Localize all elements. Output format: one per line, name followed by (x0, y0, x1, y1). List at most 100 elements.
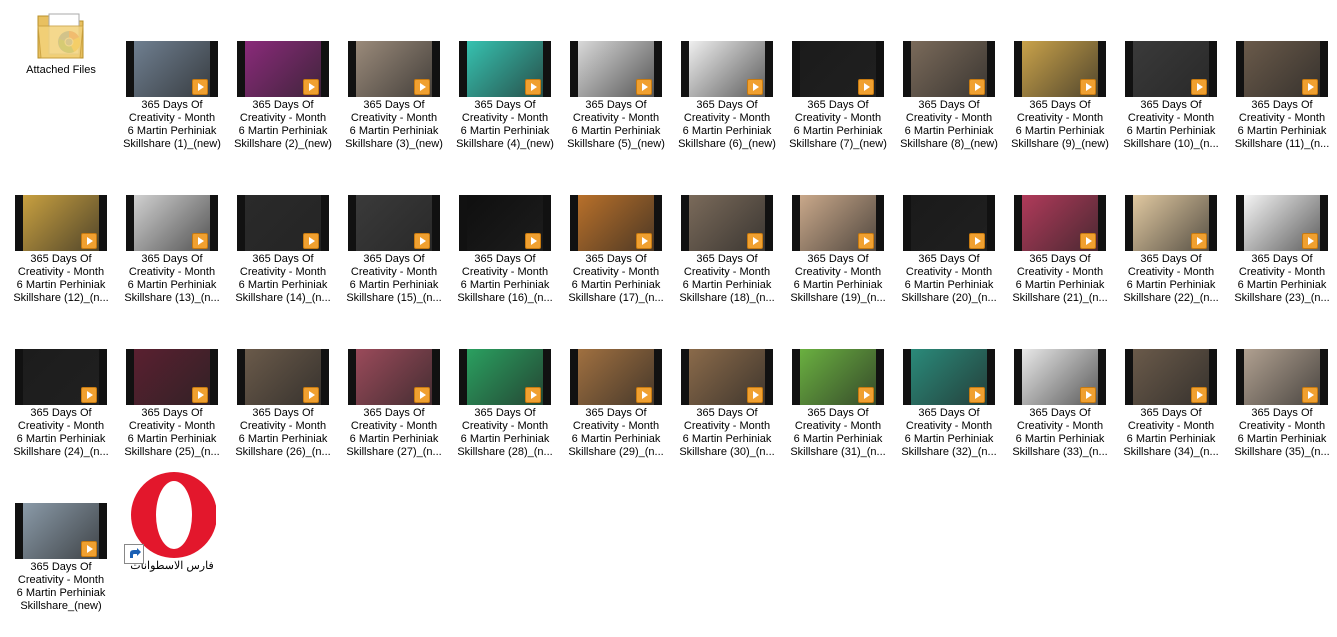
video-file-item[interactable]: 365 Days Of Creativity - Month 6 Martin … (8, 503, 114, 613)
video-file-item[interactable]: 365 Days Of Creativity - Month 6 Martin … (896, 349, 1002, 459)
video-thumbnail (15, 503, 107, 559)
video-file-item[interactable]: 365 Days Of Creativity - Month 6 Martin … (896, 41, 1002, 151)
video-thumbnail (237, 195, 329, 251)
play-icon (969, 387, 985, 403)
video-file-item[interactable]: 365 Days Of Creativity - Month 6 Martin … (452, 41, 558, 151)
video-thumbnail (126, 41, 218, 97)
video-file-item[interactable]: 365 Days Of Creativity - Month 6 Martin … (1118, 349, 1224, 459)
play-icon (192, 387, 208, 403)
video-file-item[interactable]: 365 Days Of Creativity - Month 6 Martin … (341, 195, 447, 305)
video-file-item[interactable]: 365 Days Of Creativity - Month 6 Martin … (452, 349, 558, 459)
video-file-label: 365 Days Of Creativity - Month 6 Martin … (567, 99, 665, 150)
play-icon (1080, 79, 1096, 95)
play-icon (414, 79, 430, 95)
play-icon (1191, 387, 1207, 403)
video-file-item[interactable]: 365 Days Of Creativity - Month 6 Martin … (563, 195, 669, 305)
video-file-label: 365 Days Of Creativity - Month 6 Martin … (678, 99, 776, 150)
video-file-item[interactable]: 365 Days Of Creativity - Month 6 Martin … (674, 195, 780, 305)
video-file-item[interactable]: 365 Days Of Creativity - Month 6 Martin … (8, 349, 114, 459)
video-file-item[interactable]: 365 Days Of Creativity - Month 6 Martin … (785, 195, 891, 305)
video-file-label: 365 Days Of Creativity - Month 6 Martin … (124, 253, 220, 304)
video-file-item[interactable]: 365 Days Of Creativity - Month 6 Martin … (1229, 195, 1335, 305)
video-file-item[interactable]: 365 Days Of Creativity - Month 6 Martin … (1007, 349, 1113, 459)
video-file-label: 365 Days Of Creativity - Month 6 Martin … (235, 253, 331, 304)
video-file-item[interactable]: 365 Days Of Creativity - Month 6 Martin … (1118, 41, 1224, 151)
video-file-item[interactable]: 365 Days Of Creativity - Month 6 Martin … (452, 195, 558, 305)
video-file-label: 365 Days Of Creativity - Month 6 Martin … (901, 407, 997, 458)
video-file-item[interactable]: 365 Days Of Creativity - Month 6 Martin … (341, 41, 447, 151)
video-thumbnail (459, 41, 551, 97)
video-file-item[interactable]: 365 Days Of Creativity - Month 6 Martin … (230, 195, 336, 305)
video-thumbnail (348, 41, 440, 97)
video-file-label: 365 Days Of Creativity - Month 6 Martin … (13, 407, 109, 458)
video-thumbnail (1014, 349, 1106, 405)
video-file-label: 365 Days Of Creativity - Month 6 Martin … (789, 99, 887, 150)
video-thumbnail (792, 41, 884, 97)
video-file-item[interactable]: 365 Days Of Creativity - Month 6 Martin … (896, 195, 1002, 305)
play-icon (1080, 233, 1096, 249)
video-thumbnail (15, 349, 107, 405)
video-file-item[interactable]: 365 Days Of Creativity - Month 6 Martin … (341, 349, 447, 459)
video-thumbnail (348, 349, 440, 405)
video-file-item[interactable]: 365 Days Of Creativity - Month 6 Martin … (785, 41, 891, 151)
video-file-item[interactable]: 365 Days Of Creativity - Month 6 Martin … (674, 41, 780, 151)
video-file-label: 365 Days Of Creativity - Month 6 Martin … (346, 407, 442, 458)
opera-icon (124, 470, 217, 564)
video-thumbnail (681, 349, 773, 405)
video-thumbnail (237, 41, 329, 97)
video-file-item[interactable]: 365 Days Of Creativity - Month 6 Martin … (674, 349, 780, 459)
video-file-label: 365 Days Of Creativity - Month 6 Martin … (1234, 407, 1330, 458)
video-file-item[interactable]: 365 Days Of Creativity - Month 6 Martin … (1229, 349, 1335, 459)
video-file-item[interactable]: 365 Days Of Creativity - Month 6 Martin … (563, 41, 669, 151)
video-thumbnail (792, 349, 884, 405)
video-file-label: 365 Days Of Creativity - Month 6 Martin … (901, 253, 997, 304)
play-icon (969, 233, 985, 249)
play-icon (636, 79, 652, 95)
video-file-item[interactable]: 365 Days Of Creativity - Month 6 Martin … (8, 195, 114, 305)
folder-attached-files[interactable]: Attached Files (8, 6, 114, 77)
video-thumbnail (1236, 349, 1328, 405)
video-file-label: 365 Days Of Creativity - Month 6 Martin … (568, 407, 664, 458)
video-thumbnail (237, 349, 329, 405)
video-file-item[interactable]: 365 Days Of Creativity - Month 6 Martin … (1118, 195, 1224, 305)
video-file-label: 365 Days Of Creativity - Month 6 Martin … (1012, 407, 1108, 458)
video-file-item[interactable]: 365 Days Of Creativity - Month 6 Martin … (119, 41, 225, 151)
play-icon (747, 79, 763, 95)
video-file-item[interactable]: 365 Days Of Creativity - Month 6 Martin … (785, 349, 891, 459)
video-file-item[interactable]: 365 Days Of Creativity - Month 6 Martin … (1007, 195, 1113, 305)
video-thumbnail (681, 195, 773, 251)
video-file-label: 365 Days Of Creativity - Month 6 Martin … (900, 99, 998, 150)
video-file-label: 365 Days Of Creativity - Month 6 Martin … (1234, 99, 1330, 150)
video-file-item[interactable]: 365 Days Of Creativity - Month 6 Martin … (230, 41, 336, 151)
folder-icon (35, 6, 87, 62)
video-file-item[interactable]: 365 Days Of Creativity - Month 6 Martin … (230, 349, 336, 459)
video-file-label: 365 Days Of Creativity - Month 6 Martin … (679, 407, 775, 458)
folder-label: Attached Files (26, 64, 96, 76)
video-file-item[interactable]: 365 Days Of Creativity - Month 6 Martin … (119, 349, 225, 459)
play-icon (303, 387, 319, 403)
video-file-item[interactable]: 365 Days Of Creativity - Month 6 Martin … (1007, 41, 1113, 151)
video-thumbnail (792, 195, 884, 251)
play-icon (969, 79, 985, 95)
play-icon (1191, 79, 1207, 95)
play-icon (1302, 387, 1318, 403)
video-file-item[interactable]: 365 Days Of Creativity - Month 6 Martin … (1229, 41, 1335, 151)
video-thumbnail (903, 41, 995, 97)
video-file-item[interactable]: 365 Days Of Creativity - Month 6 Martin … (563, 349, 669, 459)
video-thumbnail (1125, 349, 1217, 405)
video-thumbnail (459, 349, 551, 405)
video-thumbnail (1125, 41, 1217, 97)
play-icon (858, 79, 874, 95)
shortcut-opera[interactable]: فارس الاسطوانات (119, 470, 225, 573)
video-file-label: 365 Days Of Creativity - Month 6 Martin … (457, 253, 553, 304)
video-thumbnail (903, 349, 995, 405)
play-icon (858, 387, 874, 403)
video-thumbnail (1014, 41, 1106, 97)
play-icon (303, 233, 319, 249)
video-thumbnail (1125, 195, 1217, 251)
play-icon (81, 233, 97, 249)
video-file-label: 365 Days Of Creativity - Month 6 Martin … (16, 561, 106, 612)
video-file-label: 365 Days Of Creativity - Month 6 Martin … (456, 99, 554, 150)
video-file-item[interactable]: 365 Days Of Creativity - Month 6 Martin … (119, 195, 225, 305)
video-file-label: 365 Days Of Creativity - Month 6 Martin … (790, 253, 886, 304)
